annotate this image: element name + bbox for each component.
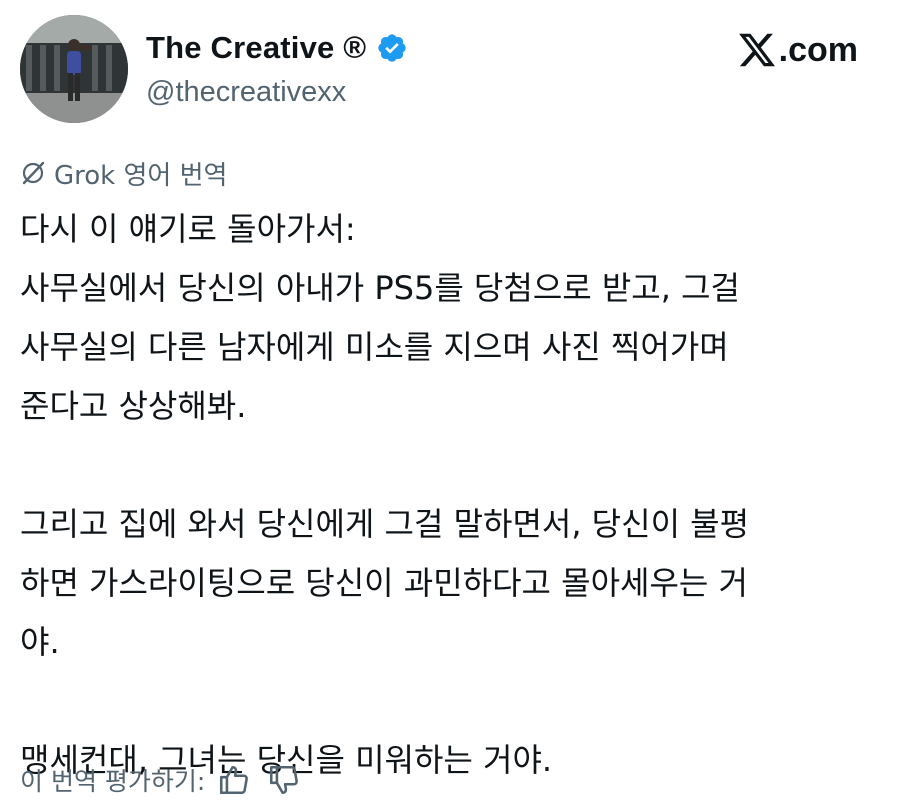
avatar-image bbox=[20, 15, 128, 123]
translation-rating-row: 이 번역 평가하기: bbox=[20, 758, 301, 802]
tweet-text: 다시 이 얘기로 돌아가서: 사무실에서 당신의 아내가 PS5를 당첨으로 받… bbox=[20, 200, 882, 790]
thumbs-down-icon[interactable] bbox=[267, 763, 301, 797]
tweet-line: 하면 가스라이팅으로 당신이 과민하다고 몰아세우는 거 bbox=[20, 564, 748, 602]
verified-badge-icon bbox=[378, 34, 407, 62]
translation-label-row: Grok 영어 번역 bbox=[20, 156, 228, 191]
tweet-line: 준다고 상상해봐. bbox=[20, 387, 247, 425]
translation-label: Grok 영어 번역 bbox=[54, 160, 228, 191]
tweet-line: 야. bbox=[20, 623, 60, 661]
brand-domain: .com bbox=[778, 30, 858, 69]
brand-logo: .com bbox=[737, 28, 858, 72]
thumbs-up-icon[interactable] bbox=[217, 763, 251, 797]
display-name[interactable]: The Creative ® bbox=[146, 30, 366, 66]
grok-slash-icon bbox=[22, 161, 45, 185]
tweet-line: 사무실에서 당신의 아내가 PS5를 당첨으로 받고, 그걸 bbox=[20, 269, 740, 307]
tweet-line: 다시 이 얘기로 돌아가서: bbox=[20, 210, 356, 248]
rating-label: 이 번역 평가하기: bbox=[20, 767, 206, 796]
tweet-line: 그리고 집에 와서 당신에게 그걸 말하면서, 당신이 불평 bbox=[20, 505, 750, 543]
x-logo-icon bbox=[738, 33, 775, 67]
name-row: The Creative ® bbox=[146, 28, 408, 68]
tweet-header: The Creative ® @thecreativexx .com bbox=[0, 0, 900, 140]
avatar[interactable] bbox=[20, 15, 128, 123]
tweet-line: 사무실의 다른 남자에게 미소를 지으며 사진 찍어가며 bbox=[20, 328, 729, 366]
user-handle[interactable]: @thecreativexx bbox=[146, 76, 346, 109]
